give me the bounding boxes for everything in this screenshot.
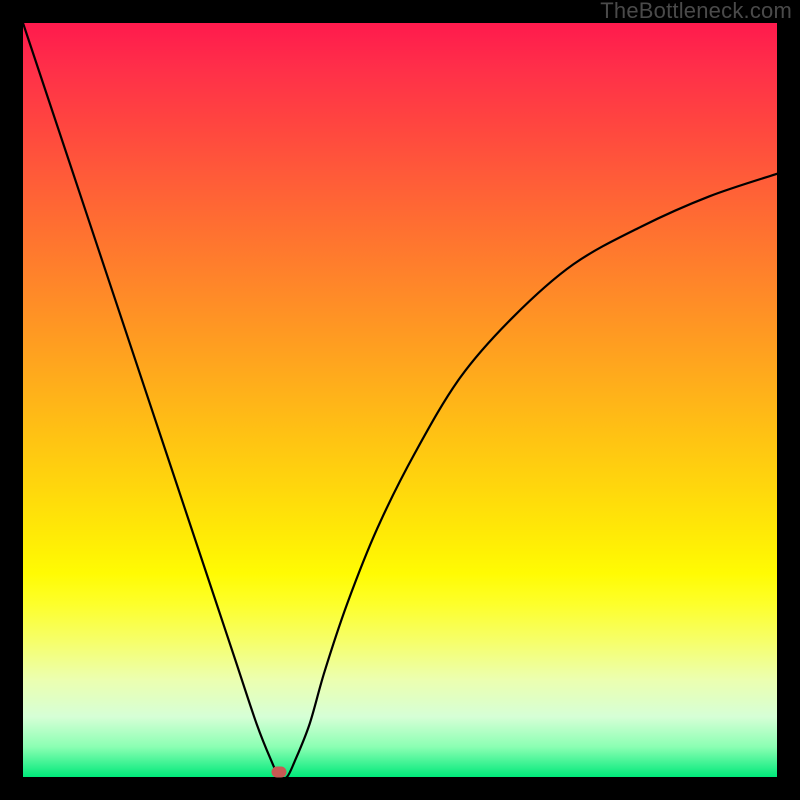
current-config-marker xyxy=(272,766,287,777)
plot-area xyxy=(23,23,777,777)
watermark-text: TheBottleneck.com xyxy=(600,0,792,22)
bottleneck-curve xyxy=(23,23,777,777)
chart-frame xyxy=(23,23,777,777)
